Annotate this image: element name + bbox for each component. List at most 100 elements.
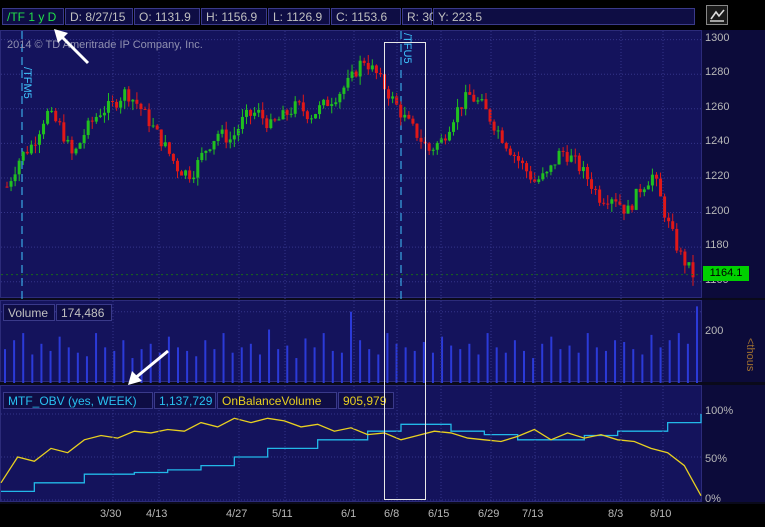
price-tick-label: 1220	[705, 169, 730, 182]
candle-body	[184, 170, 188, 176]
volume-bar	[22, 333, 25, 383]
candle-body	[334, 102, 338, 105]
x-tick-label: 3/30	[100, 508, 122, 520]
time-x-axis[interactable]: 3/30 4/13 4/27 5/11 6/1 6/8 6/15 6/29 7/13 8/3 8/1…	[0, 504, 765, 527]
candle-body	[667, 217, 671, 222]
x-tick-label: 8/10	[650, 508, 672, 520]
volume-bar	[231, 352, 234, 383]
candle-body	[273, 119, 277, 121]
candle-body	[281, 110, 285, 120]
candle-body	[480, 99, 484, 101]
candle-body	[62, 122, 66, 142]
symbol-box[interactable]: /TF 1 y D	[2, 8, 64, 25]
candle-body	[618, 201, 622, 205]
obv-panel[interactable]: MTF_OBV (yes, WEEK) 1,137,729 OnBalanceV…	[0, 385, 702, 503]
candle-body	[545, 171, 549, 174]
price-tick-label: 1180	[705, 239, 729, 252]
annotation-arrow-symbol	[54, 29, 90, 65]
candle-body	[224, 129, 228, 143]
open-readout: O: 1131.9	[134, 8, 200, 25]
candle-body	[671, 221, 675, 229]
volume-bar	[495, 347, 498, 383]
price-tick-label: 1260	[705, 100, 730, 113]
candle-body	[338, 93, 342, 103]
candle-body	[590, 179, 594, 189]
obv-label[interactable]: OnBalanceVolume	[217, 392, 337, 409]
candle-body	[358, 60, 362, 77]
volume-bar	[286, 345, 289, 383]
candle-body	[196, 160, 200, 178]
obv-y-axis[interactable]: 100% 50% 0%	[702, 385, 765, 505]
candle-body	[192, 177, 196, 180]
candle-body	[208, 149, 212, 151]
candle-body	[13, 174, 17, 182]
volume-bar	[513, 340, 516, 383]
candle-body	[460, 107, 464, 109]
x-tick-label: 8/3	[608, 508, 624, 520]
x-tick-label: 4/27	[226, 508, 248, 520]
candle-body	[366, 62, 370, 70]
highlight-rectangle[interactable]	[384, 42, 426, 500]
price-y-axis[interactable]: 116011801200122012401260128013001164.1	[702, 30, 765, 298]
candle-body	[464, 92, 468, 109]
candle-body	[249, 109, 253, 116]
candle-body	[293, 101, 297, 114]
volume-bar	[85, 356, 88, 383]
candle-body	[106, 100, 110, 113]
candle-body	[78, 143, 82, 149]
obv-tick-50: 50%	[705, 453, 728, 465]
candle-body	[155, 125, 159, 130]
candle-body	[175, 160, 179, 172]
candle-body	[598, 189, 602, 203]
volume-bar	[322, 333, 325, 383]
volume-bar	[623, 342, 626, 383]
volume-bar	[95, 333, 98, 383]
candle-body	[269, 119, 273, 129]
candle-body	[86, 120, 90, 136]
candle-body	[447, 131, 451, 141]
candle-body	[90, 120, 94, 122]
candle-body	[5, 186, 9, 188]
candle-body	[569, 155, 573, 162]
candle-body	[50, 110, 54, 112]
volume-bar	[40, 343, 43, 383]
candle-body	[630, 205, 634, 210]
volume-bar	[550, 336, 553, 383]
volume-bar	[31, 354, 34, 383]
volume-bar	[49, 350, 52, 383]
candle-body	[496, 130, 500, 132]
candle-body	[472, 94, 476, 102]
candle-body	[66, 139, 70, 142]
candle-body	[240, 116, 244, 129]
volume-panel[interactable]: Volume 174,486	[0, 300, 702, 383]
volume-bar	[204, 340, 207, 383]
volume-bar	[677, 333, 680, 383]
candle-body	[342, 87, 346, 94]
candle-body	[346, 77, 350, 88]
candle-body	[492, 121, 496, 131]
volume-bar	[4, 349, 6, 383]
volume-bar	[186, 350, 189, 383]
candle-body	[362, 60, 366, 63]
volume-bar	[13, 340, 16, 383]
candle-body	[244, 109, 248, 117]
candle-body	[204, 150, 208, 153]
volume-bar	[377, 354, 380, 383]
candle-body	[318, 105, 322, 115]
candle-body	[37, 134, 41, 145]
candle-body	[427, 143, 431, 151]
candle-body	[602, 202, 606, 204]
volume-bar	[486, 333, 489, 383]
x-tick-label: 6/15	[428, 508, 450, 520]
candle-body	[151, 125, 155, 127]
volume-bar	[268, 329, 271, 383]
volume-unit-label: <thous	[744, 338, 756, 372]
candle-body	[561, 150, 565, 152]
candle-body	[42, 123, 46, 135]
volume-bar	[104, 347, 107, 383]
candle-body	[98, 115, 102, 117]
volume-bar	[504, 352, 507, 383]
trend-line-icon[interactable]	[706, 5, 728, 25]
volume-bar	[696, 306, 698, 383]
volume-y-axis[interactable]: 200 <thous	[702, 300, 765, 382]
